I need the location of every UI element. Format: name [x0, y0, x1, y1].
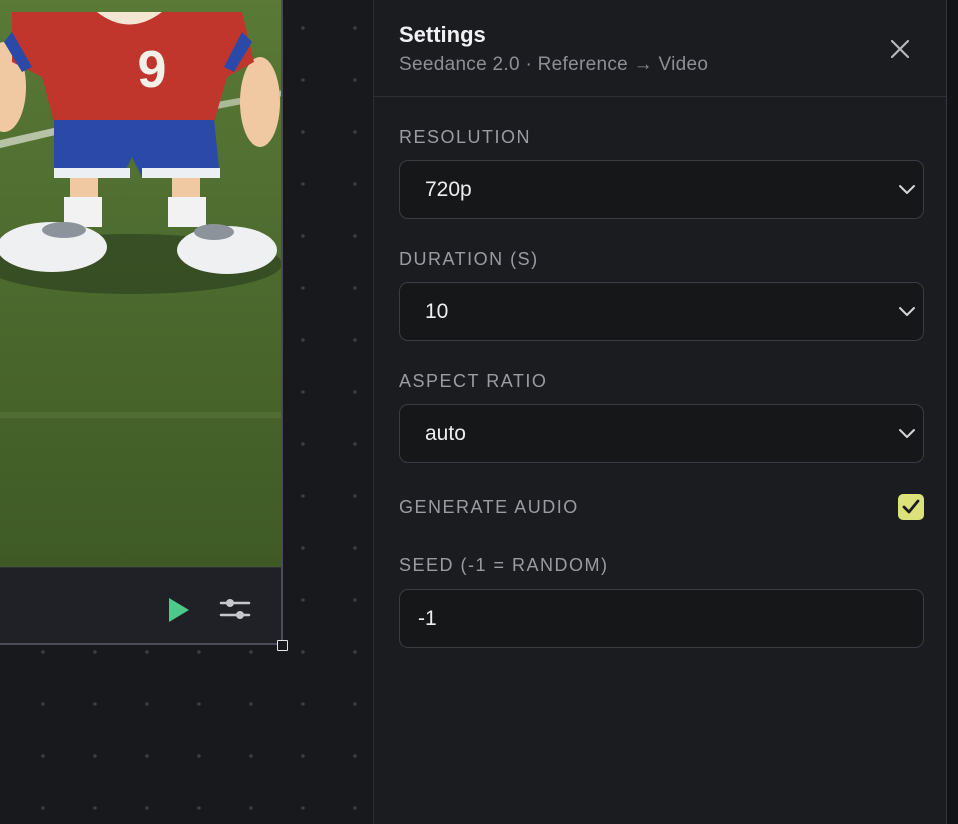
video-preview: 9 [0, 0, 281, 567]
play-button[interactable] [162, 595, 192, 625]
generate-audio-label: GENERATE AUDIO [399, 497, 579, 517]
seed-input[interactable]: -1 [399, 589, 924, 648]
chevron-down-icon [899, 307, 915, 316]
resolution-label: RESOLUTION [399, 127, 532, 147]
resolution-select[interactable]: 720p [399, 160, 924, 219]
window-edge-rail [946, 0, 958, 824]
panel-title: Settings [399, 22, 486, 47]
checkmark-icon [902, 499, 920, 514]
close-icon [890, 39, 910, 59]
seed-label: SEED (-1 = RANDOM) [399, 555, 609, 575]
generate-audio-checkbox[interactable] [898, 494, 924, 520]
seed-value: -1 [418, 607, 437, 630]
resolution-value: 720p [425, 178, 472, 201]
panel-subtitle: Seedance 2.0 · Reference → Video [399, 54, 709, 75]
duration-label: DURATION (S) [399, 249, 539, 269]
jersey-number: 9 [138, 41, 167, 99]
duration-select[interactable]: 10 [399, 282, 924, 341]
video-node[interactable]: 9 [0, 0, 283, 645]
chevron-down-icon [899, 429, 915, 438]
settings-panel: Settings Seedance 2.0 · Reference → Vide… [373, 0, 947, 824]
aspect-ratio-select[interactable]: auto [399, 404, 924, 463]
aspect-ratio-label: ASPECT RATIO [399, 371, 548, 391]
node-resize-handle[interactable] [277, 640, 288, 651]
canvas-area[interactable]: 9 [0, 0, 373, 824]
player-character-image: 9 [0, 0, 281, 567]
play-icon [169, 598, 189, 622]
settings-toggle-button[interactable] [218, 594, 252, 624]
chevron-down-icon [899, 185, 915, 194]
close-button[interactable] [887, 36, 913, 62]
aspect-ratio-value: auto [425, 422, 466, 445]
panel-header: Settings Seedance 2.0 · Reference → Vide… [374, 0, 947, 97]
duration-value: 10 [425, 300, 449, 323]
node-controls-bar [0, 567, 281, 643]
sliders-icon [219, 599, 251, 619]
